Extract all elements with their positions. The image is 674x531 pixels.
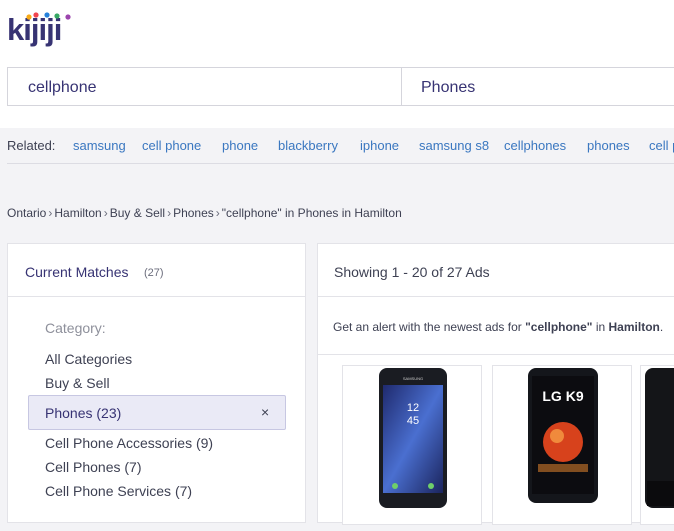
filters-panel: Current Matches (27) Category: All Categ… xyxy=(7,243,306,523)
related-link-phones[interactable]: phones xyxy=(587,138,630,153)
breadcrumb-separator: › xyxy=(103,206,108,220)
breadcrumb-separator: › xyxy=(215,206,220,220)
related-divider xyxy=(7,163,674,164)
listing-image-phone: SAMSUNG 12 45 xyxy=(379,368,447,508)
breadcrumb-ontario[interactable]: Ontario xyxy=(7,206,46,220)
svg-text:12: 12 xyxy=(407,402,419,414)
related-link-phone[interactable]: phone xyxy=(222,138,258,153)
current-matches-title: Current Matches xyxy=(25,264,129,280)
alert-suffix: . xyxy=(659,320,664,334)
phone2-brand: LG K9 xyxy=(542,388,583,404)
alert-keyword: "cellphone" xyxy=(525,320,593,334)
alert-location: Hamilton xyxy=(608,320,660,334)
related-label: Related: xyxy=(7,138,56,153)
category-all-categories[interactable]: All Categories xyxy=(45,351,132,367)
breadcrumb-buy-sell[interactable]: Buy & Sell xyxy=(110,206,165,220)
category-label: Category: xyxy=(45,320,106,336)
listing-image-phone: LG K9 xyxy=(528,368,598,503)
phone1-brand: SAMSUNG xyxy=(403,376,423,381)
breadcrumb-current: "cellphone" in Phones in Hamilton xyxy=(221,206,402,220)
category-selected-phones[interactable]: Phones (23) × xyxy=(28,395,286,430)
svg-text:45: 45 xyxy=(407,415,419,427)
kijiji-logo[interactable]: kijiji xyxy=(7,8,77,48)
filters-divider xyxy=(8,296,305,297)
results-count: Showing 1 - 20 of 27 Ads xyxy=(334,264,490,280)
alert-prefix: Get an alert with the newest ads for xyxy=(333,320,526,334)
listing-card[interactable] xyxy=(640,365,674,525)
alert-middle: in xyxy=(592,320,609,334)
header: kijiji kijiji cellphone Phones xyxy=(0,0,674,128)
search-category-select[interactable]: Phones xyxy=(401,67,674,106)
related-link-iphone[interactable]: iphone xyxy=(360,138,399,153)
category-selected-label: Phones (23) xyxy=(45,405,122,421)
breadcrumb-separator: › xyxy=(167,206,172,220)
related-link-cellphones[interactable]: cellphones xyxy=(504,138,566,153)
search-category-value: Phones xyxy=(421,79,476,96)
results-divider xyxy=(318,354,674,355)
search-keyword-value: cellphone xyxy=(28,79,97,96)
related-link-cell-phone[interactable]: cell phone xyxy=(142,138,201,153)
breadcrumb-separator: › xyxy=(48,206,53,220)
close-icon[interactable]: × xyxy=(261,404,269,420)
listing-card[interactable]: SAMSUNG 12 45 xyxy=(342,365,482,525)
breadcrumb-phones[interactable]: Phones xyxy=(173,206,214,220)
category-buy-sell[interactable]: Buy & Sell xyxy=(45,375,110,391)
subcategory-cell-phone-services[interactable]: Cell Phone Services (7) xyxy=(45,483,192,499)
related-link-samsung[interactable]: samsung xyxy=(73,138,126,153)
results-divider xyxy=(318,296,674,297)
listing-card[interactable]: LG K9 xyxy=(492,365,632,525)
breadcrumb-hamilton[interactable]: Hamilton xyxy=(54,206,101,220)
related-link-samsung-s8[interactable]: samsung s8 xyxy=(419,138,489,153)
related-link-blackberry[interactable]: blackberry xyxy=(278,138,338,153)
listing-image-phone xyxy=(645,368,674,508)
current-matches-count: (27) xyxy=(144,267,164,279)
search-keyword-input[interactable]: cellphone xyxy=(7,67,401,106)
related-link-cell-p[interactable]: cell p xyxy=(649,138,674,153)
search-alert[interactable]: Get an alert with the newest ads for "ce… xyxy=(333,320,663,334)
subcategory-cell-phones[interactable]: Cell Phones (7) xyxy=(45,459,142,475)
subcategory-cell-phone-accessories[interactable]: Cell Phone Accessories (9) xyxy=(45,435,213,451)
svg-text:kijiji: kijiji xyxy=(7,12,61,47)
breadcrumb: Ontario › Hamilton › Buy & Sell › Phones › "cell… xyxy=(7,206,402,220)
